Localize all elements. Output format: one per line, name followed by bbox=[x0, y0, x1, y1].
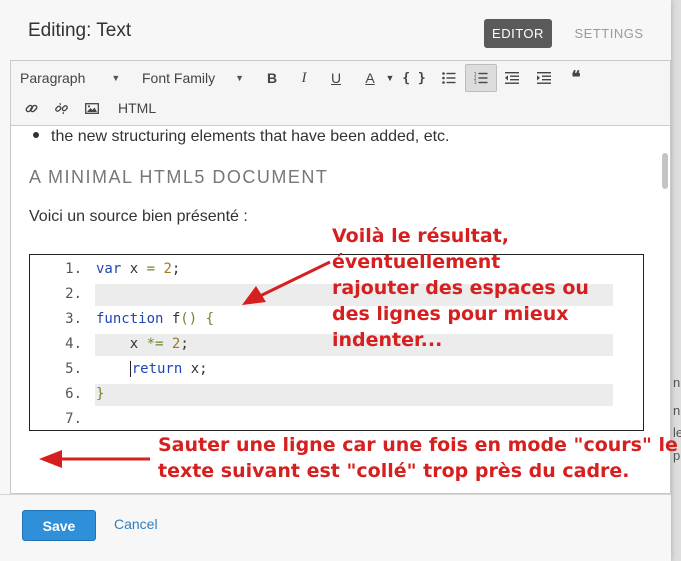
blockquote-button[interactable]: ❝ bbox=[564, 67, 588, 89]
list-item: the new structuring elements that have b… bbox=[33, 128, 449, 146]
code-text: x *= 2; bbox=[96, 336, 189, 352]
annotation-bottom: Sauter une ligne car une fois en mode "c… bbox=[158, 432, 678, 484]
arrow-annotation-icon bbox=[39, 450, 150, 468]
bold-button[interactable]: B bbox=[260, 67, 284, 89]
editor-toolbar: Paragraph ▼ Font Family ▼ B I U A ▼ { } … bbox=[11, 61, 670, 126]
code-button[interactable]: { } bbox=[402, 67, 426, 89]
list-item-text: the new structuring elements that have b… bbox=[51, 128, 450, 145]
line-number: 1. bbox=[65, 261, 82, 277]
arrow-annotation-icon bbox=[242, 260, 331, 305]
text-cursor bbox=[129, 361, 131, 377]
format-select-value: Paragraph bbox=[20, 70, 86, 86]
image-icon[interactable] bbox=[80, 97, 104, 119]
link-icon[interactable] bbox=[19, 97, 43, 119]
paragraph: Voici un source bien présenté : bbox=[29, 208, 248, 225]
modal-header: Editing: Text EDITOR SETTINGS bbox=[0, 0, 671, 62]
line-number: 3. bbox=[65, 311, 82, 327]
line-number: 7. bbox=[65, 411, 82, 427]
modal-title: Editing: Text bbox=[28, 20, 132, 41]
annotation-line: texte suivant est "collé" trop près du c… bbox=[158, 460, 630, 482]
line-number: 2. bbox=[65, 286, 82, 302]
code-text: return x; bbox=[129, 361, 208, 377]
font-family-select-value: Font Family bbox=[142, 70, 216, 86]
code-text: var x = 2; bbox=[96, 261, 181, 277]
tab-editor[interactable]: EDITOR bbox=[484, 19, 552, 48]
vertical-scrollbar[interactable] bbox=[662, 153, 668, 189]
code-text: } bbox=[96, 386, 105, 402]
html-button[interactable]: HTML bbox=[118, 97, 156, 119]
format-select[interactable]: Paragraph ▼ bbox=[20, 67, 120, 89]
side-text: n bbox=[673, 375, 681, 390]
chevron-down-icon: ▼ bbox=[111, 73, 121, 83]
line-highlight bbox=[95, 384, 613, 406]
bullet-list-icon[interactable] bbox=[437, 67, 461, 89]
annotation-top: Voilà le résultat, éventuellement rajout… bbox=[332, 223, 681, 353]
cancel-button[interactable]: Cancel bbox=[114, 516, 158, 532]
chevron-down-icon[interactable]: ▼ bbox=[378, 67, 402, 89]
annotation-line: Voilà le résultat, éventuellement bbox=[332, 225, 510, 273]
underline-button[interactable]: U bbox=[324, 67, 348, 89]
code-line: 5. return x; bbox=[30, 358, 643, 382]
line-number: 5. bbox=[65, 361, 82, 377]
svg-text:3: 3 bbox=[474, 80, 477, 84]
code-text: function f() { bbox=[96, 311, 215, 327]
italic-button[interactable]: I bbox=[292, 67, 316, 89]
unlink-icon[interactable] bbox=[49, 97, 73, 119]
chevron-down-icon: ▼ bbox=[235, 73, 245, 83]
code-line: 7. bbox=[30, 408, 643, 432]
indent-icon[interactable] bbox=[532, 67, 556, 89]
side-text: n bbox=[673, 403, 681, 418]
outdent-icon[interactable] bbox=[500, 67, 524, 89]
annotation-line: rajouter des espaces ou bbox=[332, 277, 589, 299]
numbered-list-icon[interactable]: 123 bbox=[465, 64, 497, 92]
annotation-line: des lignes pour mieux indenter... bbox=[332, 303, 569, 351]
line-number: 4. bbox=[65, 336, 82, 352]
code-line: 6. } bbox=[30, 383, 643, 407]
annotation-line: Sauter une ligne car une fois en mode "c… bbox=[158, 434, 678, 456]
bullet-dot bbox=[33, 131, 39, 138]
modal-footer: Save Cancel bbox=[0, 494, 671, 561]
tab-settings[interactable]: SETTINGS bbox=[568, 19, 650, 48]
line-number: 6. bbox=[65, 386, 82, 402]
font-family-select[interactable]: Font Family ▼ bbox=[142, 67, 244, 89]
section-heading: A MINIMAL HTML5 DOCUMENT bbox=[29, 167, 329, 187]
save-button[interactable]: Save bbox=[22, 510, 96, 541]
